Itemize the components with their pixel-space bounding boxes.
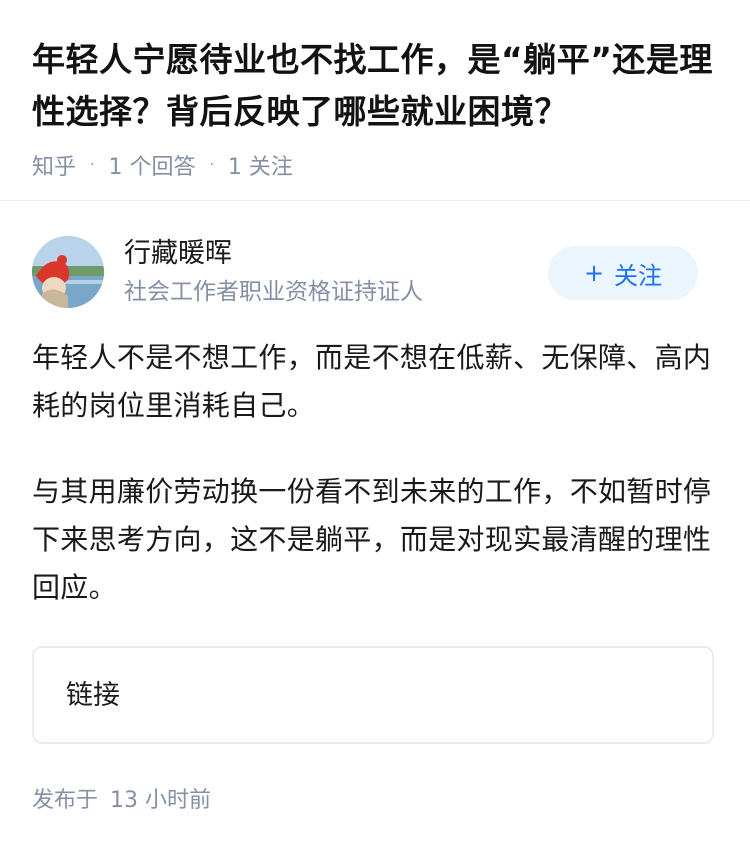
meta-separator: · [90,157,95,173]
question-header: 年轻人宁愿待业也不找工作，是“躺平”还是理性选择？背后反映了哪些就业困境？ 知乎… [32,34,722,180]
meta-separator: · [209,157,214,173]
source-label[interactable]: 知乎 [32,149,76,181]
publish-time: 发布于 13 小时前 [32,786,211,816]
follow-count[interactable]: 1 关注 [228,149,293,181]
question-meta: 知乎 · 1 个回答 · 1 关注 [32,150,722,180]
answer-paragraph: 年轻人不是不想工作，而是不想在低薪、无保障、高内耗的岗位里消耗自己。 [32,341,712,422]
follow-button-label: 关注 [614,261,663,290]
author-name[interactable]: 行藏暖晖 [124,236,232,272]
publish-prefix: 发布于 [32,788,99,813]
publish-time-value: 13 小时前 [110,788,212,813]
answer-paragraph: 与其用廉价劳动换一份看不到未来的工作，不如暂时停下来思考方向，这不是躺平，而是对… [32,475,712,604]
plus-icon: + [583,259,605,287]
avatar[interactable] [32,236,104,308]
link-card[interactable]: 链接 [32,646,714,744]
link-card-label: 链接 [66,680,120,711]
follow-button[interactable]: + 关注 [548,246,698,300]
question-title[interactable]: 年轻人宁愿待业也不找工作，是“躺平”还是理性选择？背后反映了哪些就业困境？ [32,34,722,138]
divider [0,200,750,201]
answer-count[interactable]: 1 个回答 [108,149,195,181]
avatar-photo-icon [32,236,104,308]
author-bio: 社会工作者职业资格证持证人 [124,279,423,305]
answer-content: 年轻人不是不想工作，而是不想在低薪、无保障、高内耗的岗位里消耗自己。 与其用廉价… [32,334,712,612]
author-row: 行藏暖晖 社会工作者职业资格证持证人 + 关注 [32,236,718,308]
